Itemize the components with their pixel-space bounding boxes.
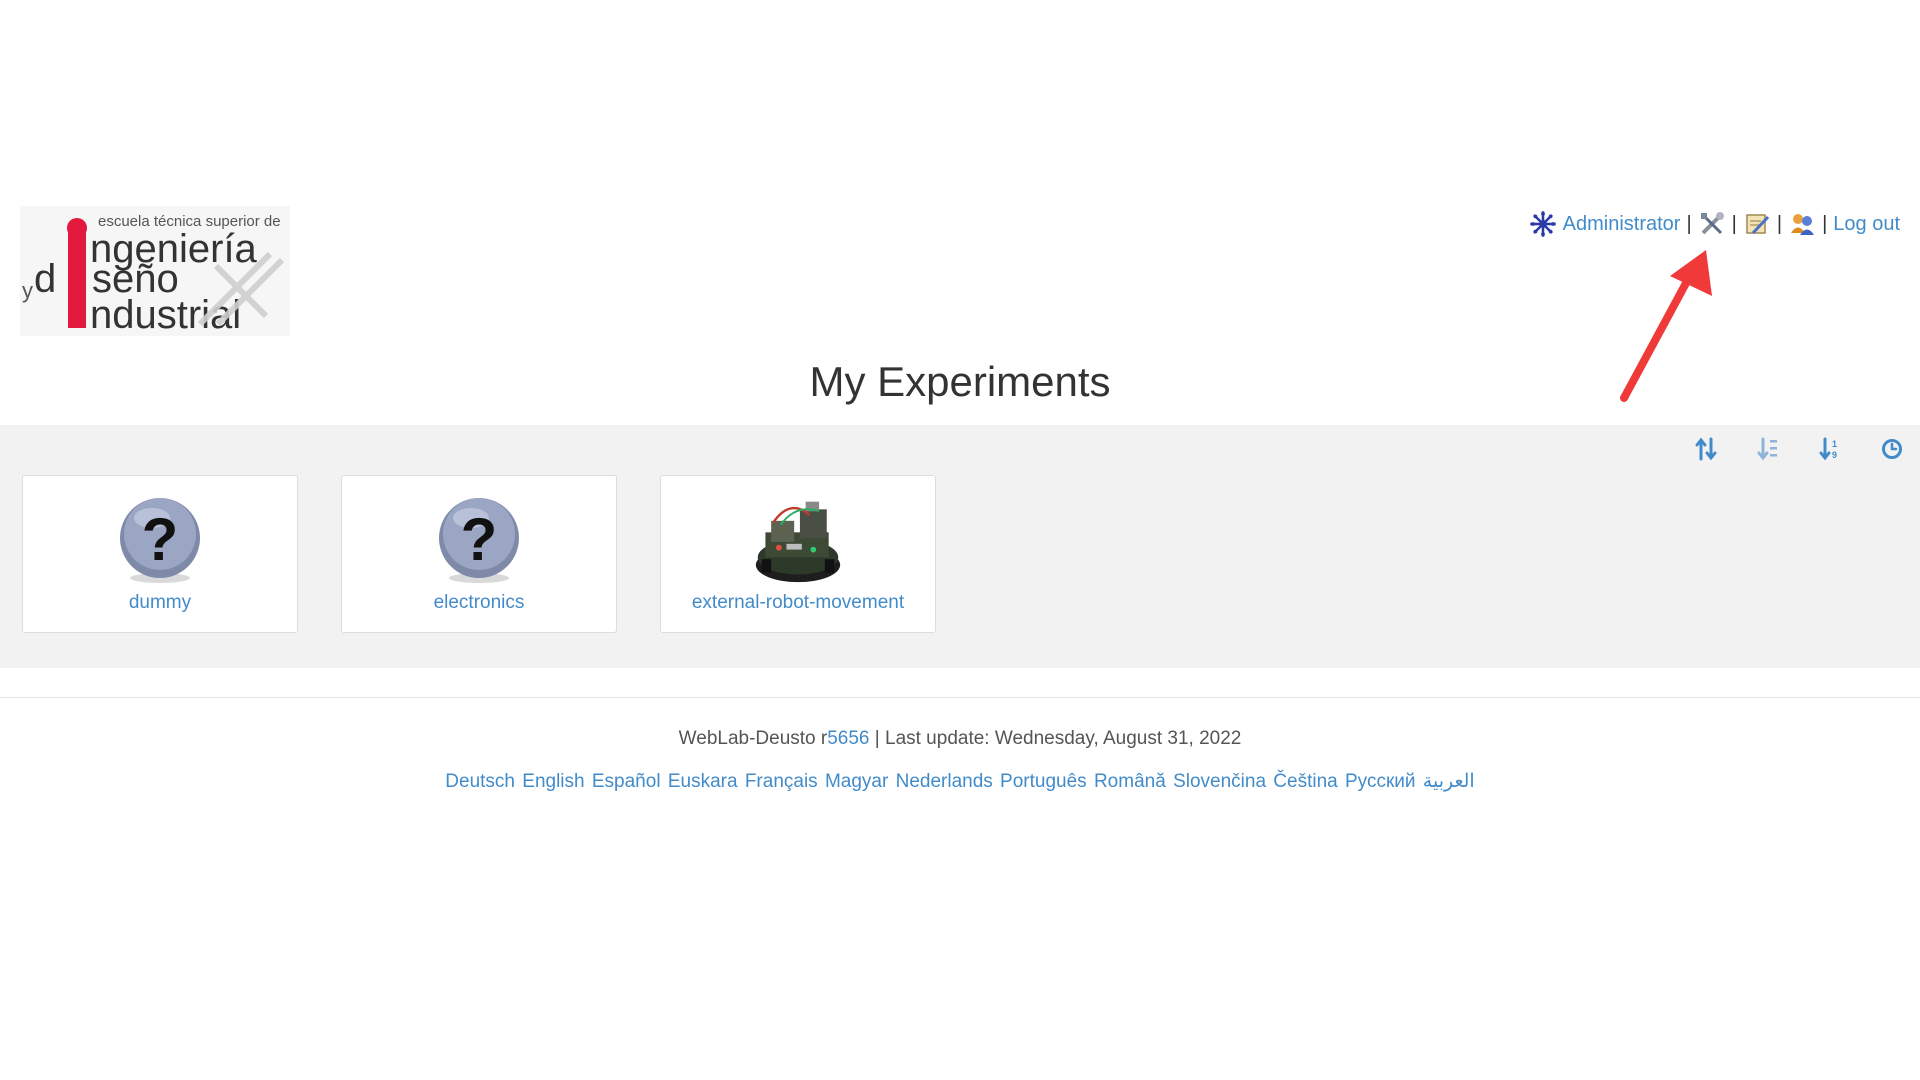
institution-logo-icon xyxy=(1529,210,1557,238)
logout-link[interactable]: Log out xyxy=(1833,213,1900,236)
svg-text:d: d xyxy=(34,257,56,301)
admin-tools-icon[interactable] xyxy=(1698,210,1726,238)
footer-divider xyxy=(0,697,1920,698)
experiment-card-dummy[interactable]: ? dummy xyxy=(22,475,298,633)
product-name: WebLab-Deusto xyxy=(678,728,816,749)
experiment-label[interactable]: dummy xyxy=(129,592,191,614)
separator: | xyxy=(1776,212,1783,235)
users-icon[interactable] xyxy=(1788,210,1816,238)
svg-text:1: 1 xyxy=(1832,439,1837,449)
svg-text:9: 9 xyxy=(1832,450,1837,460)
revision-link[interactable]: 5656 xyxy=(827,728,869,749)
user-bar: Administrator | | | | Log out xyxy=(1529,210,1900,238)
language-link-pt[interactable]: Português xyxy=(1000,771,1087,792)
sort-alpha-icon[interactable] xyxy=(1752,435,1784,463)
language-link-de[interactable]: Deutsch xyxy=(445,771,515,792)
language-link-en[interactable]: English xyxy=(522,771,584,792)
language-link-eu[interactable]: Euskara xyxy=(668,771,738,792)
robot-icon xyxy=(752,494,844,586)
language-selector: Deutsch English Español Euskara Français… xyxy=(0,770,1920,793)
question-mark-icon: ? xyxy=(114,494,206,586)
page-title: My Experiments xyxy=(809,358,1111,405)
language-link-sk[interactable]: Slovenčina xyxy=(1173,771,1266,792)
language-link-cs[interactable]: Čeština xyxy=(1273,771,1337,792)
separator: | xyxy=(1731,212,1737,235)
separator: | xyxy=(1686,212,1692,235)
question-mark-icon: ? xyxy=(433,494,525,586)
language-link-ru[interactable]: Русский xyxy=(1345,771,1416,792)
language-link-hu[interactable]: Magyar xyxy=(825,771,888,792)
sort-recent-icon[interactable] xyxy=(1876,435,1908,463)
experiments-panel: 1 9 ? dummy ? electronics external-robot… xyxy=(0,425,1920,668)
experiment-card-external-robot-movement[interactable]: external-robot-movement xyxy=(660,475,936,633)
sort-toggle-icon[interactable] xyxy=(1690,435,1722,463)
language-link-fr[interactable]: Français xyxy=(745,771,818,792)
language-link-ro[interactable]: Română xyxy=(1094,771,1166,792)
last-update: | Last update: Wednesday, August 31, 202… xyxy=(874,728,1242,749)
page-header: escuela técnica superior de ngeniería y … xyxy=(0,0,1920,420)
experiment-label[interactable]: external-robot-movement xyxy=(692,592,904,614)
school-logo[interactable]: escuela técnica superior de ngeniería y … xyxy=(20,206,290,336)
edit-profile-icon[interactable] xyxy=(1743,210,1771,238)
language-link-nl[interactable]: Nederlands xyxy=(896,771,993,792)
svg-text:?: ? xyxy=(142,506,179,573)
sort-toolbar: 1 9 xyxy=(1690,435,1908,463)
svg-text:y: y xyxy=(22,278,33,303)
sort-numeric-icon[interactable]: 1 9 xyxy=(1814,435,1846,463)
experiment-label[interactable]: electronics xyxy=(434,592,525,614)
experiment-list: ? dummy ? electronics external-robot-mov… xyxy=(22,475,936,633)
footer-version: WebLab-Deusto r5656 | Last update: Wedne… xyxy=(0,728,1920,750)
school-logo-image: escuela técnica superior de ngeniería y … xyxy=(20,206,290,336)
user-name-link[interactable]: Administrator xyxy=(1563,213,1681,236)
language-link-ar[interactable]: العربية xyxy=(1423,771,1475,792)
separator: | xyxy=(1822,212,1828,235)
svg-text:ndustrial: ndustrial xyxy=(90,293,241,336)
svg-text:?: ? xyxy=(461,506,498,573)
language-link-es[interactable]: Español xyxy=(592,771,661,792)
experiment-card-electronics[interactable]: ? electronics xyxy=(341,475,617,633)
